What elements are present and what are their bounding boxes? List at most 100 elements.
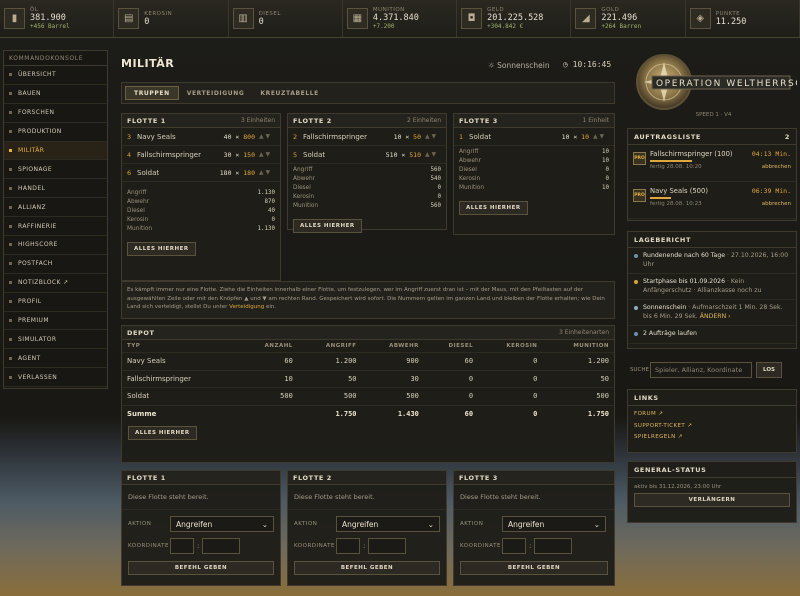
sidebar-item-forschen[interactable]: FORSCHEN — [4, 104, 107, 123]
coordinate-x-input[interactable] — [502, 538, 526, 554]
rules-link[interactable]: SPIELREGELN ↗ — [628, 433, 796, 445]
unit-count: 40 — [223, 132, 232, 141]
sidebar-item-notizblock[interactable]: NOTIZBLOCK ↗ — [4, 274, 107, 293]
coordinate-label: KOORDINATE — [294, 543, 335, 549]
fleet-unit-row[interactable]: 6 Soldat 180 × 180 ▲ ▼ — [122, 164, 280, 182]
sidebar-item-profil[interactable]: PROFIL — [4, 293, 107, 312]
stat-row: Kerosin 0 — [459, 176, 609, 185]
all-here-button[interactable]: ALLES HIERHER — [127, 242, 196, 256]
sidebar-item-postfach[interactable]: POSTFACH — [4, 255, 107, 274]
cell-type: Navy Seals — [122, 352, 238, 370]
search-button[interactable]: LOS — [756, 362, 782, 378]
sidebar-item-label: NOTIZBLOCK ↗ — [18, 279, 69, 287]
change-weather-link[interactable]: ÄNDERN › — [700, 313, 731, 320]
tab-kreuztabelle[interactable]: KREUZTABELLE — [252, 86, 326, 100]
resource-kerosin: ▤ KEROSIN 0 — [114, 0, 229, 37]
action-select[interactable]: Angreifen ⌄ — [336, 516, 440, 532]
action-value: Angreifen — [342, 519, 379, 529]
all-here-button[interactable]: ALLES HIERHER — [459, 201, 528, 215]
arrow-down-icon[interactable]: ▼ — [266, 133, 271, 140]
sidebar-item-spionage[interactable]: SPIONAGE — [4, 160, 107, 180]
situation-report-panel: LAGEBERICHT Rundenende nach 60 Tage · 27… — [627, 231, 797, 349]
resource-punkte: ◈ PUNKTE 11.250 — [686, 0, 800, 37]
cell-anzahl: 10 — [237, 369, 298, 388]
give-order-button[interactable]: BEFEHL GEBEN — [460, 561, 608, 575]
sidebar-item-label: FORSCHEN — [18, 109, 55, 117]
sidebar-item-simulator[interactable]: SIMULATOR — [4, 330, 107, 350]
action-select[interactable]: Angreifen ⌄ — [170, 516, 274, 532]
arrow-down-icon[interactable]: ▼ — [266, 169, 271, 176]
unit-max: 510 — [409, 150, 421, 159]
fleet-unit-row[interactable]: 5 Soldat 510 × 510 ▲ ▼ — [288, 146, 446, 164]
stat-label: Diesel — [127, 208, 145, 214]
coordinate-x-input[interactable] — [336, 538, 360, 554]
action-select[interactable]: Angreifen ⌄ — [502, 516, 606, 532]
sidebar-item-produktion[interactable]: PRODUKTION — [4, 123, 107, 142]
fleet-unit-row[interactable]: 4 Fallschirmspringer 30 × 150 ▲ ▼ — [122, 146, 280, 164]
speed-version: SPEED 1 · V4 — [695, 112, 732, 118]
sidebar-item-label: POSTFACH — [18, 260, 53, 268]
resource-bar: ▮ ÖL 381.900 +456 Barrel ▤ KEROSIN 0 ▥ DIESEL 0 ▦ M… — [0, 0, 800, 38]
bullet-icon — [9, 262, 12, 266]
depot-all-here-button[interactable]: ALLES HIERHER — [128, 425, 197, 440]
sidebar-item-verlassen[interactable]: VERLASSEN — [4, 368, 107, 388]
support-ticket-link[interactable]: SUPPORT-TICKET ↗ — [628, 422, 796, 434]
tab-truppen[interactable]: TRUPPEN — [125, 86, 179, 100]
coordinate-y-input[interactable] — [202, 538, 241, 554]
status-dot-icon — [634, 280, 638, 284]
forum-link[interactable]: FORUM ↗ — [628, 410, 796, 422]
resource-value: 11.250 — [715, 16, 747, 27]
sidebar-item-uebersicht[interactable]: ÜBERSICHT — [4, 66, 107, 85]
verteidigung-link[interactable]: Verteidigung — [229, 304, 264, 310]
fleet-unit-row[interactable]: 3 Navy Seals 40 × 800 ▲ ▼ — [122, 128, 280, 146]
coordinate-y-input[interactable] — [368, 538, 407, 554]
arrow-down-icon[interactable]: ▼ — [432, 133, 437, 140]
sidebar-item-label: ÜBERSICHT — [18, 71, 57, 79]
depot-table: TYP ANZAHL ANGRIFF ABWEHR DIESEL KEROSIN MUNIT… — [122, 340, 614, 423]
unit-name: Navy Seals — [137, 132, 176, 141]
status-dot-icon — [634, 254, 638, 258]
unit-count: 10 — [561, 132, 570, 141]
cancel-order-link[interactable]: abbrechen — [762, 164, 791, 170]
resource-rate: +456 Barrel — [30, 23, 70, 30]
extend-button[interactable]: VERLÄNGERN — [634, 493, 790, 507]
resource-value: 4.371.840 — [372, 13, 419, 23]
all-here-button[interactable]: ALLES HIERHER — [293, 219, 362, 233]
links-title: LINKS — [634, 394, 659, 402]
stat-row: Abwehr 870 — [127, 199, 275, 208]
sidebar-item-militaer[interactable]: MILITÄR — [4, 141, 107, 161]
stat-label: Angriff — [293, 167, 313, 173]
report-headline: Startphase bis 01.09.2026 — [643, 278, 726, 285]
sidebar-item-handel[interactable]: HANDEL — [4, 179, 107, 199]
fleet-unit-row[interactable]: 2 Fallschirmspringer 10 × 50 ▲ ▼ — [288, 128, 446, 146]
give-order-button[interactable]: BEFEHL GEBEN — [294, 561, 440, 575]
fleet-stats: Angriff 560 Abwehr 540 Diesel 0 Kerosin 0 Muniti… — [288, 164, 446, 215]
arrow-down-icon[interactable]: ▼ — [266, 151, 271, 158]
sidebar-item-highscore[interactable]: HIGHSCORE — [4, 236, 107, 255]
stat-label: Angriff — [459, 149, 479, 155]
resource-rate: +7.200 — [372, 23, 395, 30]
sidebar-item-agent[interactable]: AGENT — [4, 349, 107, 369]
cancel-order-link[interactable]: abbrechen — [762, 201, 791, 207]
tab-verteidigung[interactable]: VERTEIDIGUNG — [179, 86, 253, 100]
arrow-down-icon[interactable]: ▼ — [600, 133, 605, 140]
stat-value: 870 — [264, 199, 275, 205]
sidebar-item-allianz[interactable]: ALLIANZ — [4, 198, 107, 218]
sidebar-title: KOMMANDOKONSOLE — [4, 51, 107, 66]
fleet-unit-row[interactable]: 1 Soldat 10 × 10 ▲ ▼ — [454, 128, 614, 146]
coordinate-y-input[interactable] — [534, 538, 573, 554]
coordinate-x-input[interactable] — [170, 538, 194, 554]
stat-row: Angriff 1.130 — [127, 190, 275, 199]
dispatch-title: FLOTTE 3 — [459, 474, 498, 482]
column-header-abwehr: ABWEHR — [389, 343, 419, 349]
sidebar-item-bauen[interactable]: BAUEN — [4, 85, 107, 104]
report-headline: Sonnenschein — [643, 304, 687, 311]
sidebar-item-premium[interactable]: PREMIUM — [4, 312, 107, 331]
chevron-down-icon: ⌄ — [593, 519, 600, 529]
arrow-down-icon[interactable]: ▼ — [432, 151, 437, 158]
sidebar-item-raffinerie[interactable]: RAFFINERIE — [4, 217, 107, 237]
search-input[interactable]: Spieler, Allianz, Koordinate — [650, 362, 752, 378]
give-order-button[interactable]: BEFEHL GEBEN — [128, 561, 274, 575]
unit-name: Soldat — [137, 168, 160, 177]
coordinate-separator: : — [363, 542, 366, 550]
